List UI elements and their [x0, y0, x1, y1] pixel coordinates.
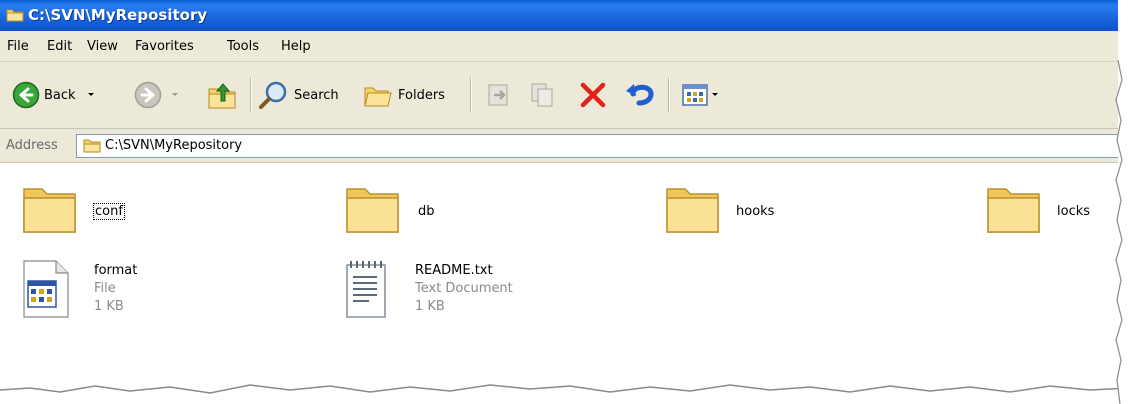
text-document-icon	[346, 261, 386, 318]
folder-icon	[23, 188, 76, 233]
views-icon	[682, 84, 708, 106]
delete-button[interactable]	[578, 78, 608, 112]
search-icon	[259, 81, 287, 109]
copy-to-icon	[531, 83, 553, 107]
item-size: 1 KB	[415, 299, 445, 314]
folder-icon	[83, 139, 101, 153]
folder-icon	[6, 9, 24, 22]
folder-item-hooks[interactable]: hooks	[663, 179, 803, 239]
folder-icon	[666, 188, 719, 233]
menu-file[interactable]: File	[7, 39, 29, 54]
back-button[interactable]: Back	[12, 78, 96, 112]
item-size: 1 KB	[94, 299, 124, 314]
undo-icon	[626, 84, 654, 106]
forward-button[interactable]	[134, 78, 180, 112]
undo-button[interactable]	[624, 78, 656, 112]
folder-icon	[346, 188, 399, 233]
menu-help[interactable]: Help	[281, 39, 311, 54]
folders-button[interactable]: Folders	[362, 78, 445, 112]
file-item-format[interactable]: format File 1 KB	[22, 259, 182, 329]
title-bar[interactable]: C:\SVN\MyRepository	[0, 0, 1118, 31]
folder-icon	[987, 188, 1040, 233]
search-label: Search	[294, 87, 339, 103]
menu-edit[interactable]: Edit	[47, 39, 72, 54]
item-name: conf	[93, 203, 125, 220]
item-type: File	[94, 281, 116, 296]
address-bar: Address C:\SVN\MyRepository	[0, 129, 1118, 163]
address-label: Address	[6, 138, 58, 153]
file-item-readme[interactable]: README.txt Text Document 1 KB	[343, 259, 543, 329]
up-folder-button[interactable]	[206, 78, 238, 112]
copy-to-button[interactable]	[528, 78, 558, 112]
item-name: locks	[1057, 204, 1091, 219]
address-value: C:\SVN\MyRepository	[105, 138, 243, 153]
item-type: Text Document	[415, 281, 513, 296]
back-arrow-icon	[12, 81, 40, 109]
torn-right-edge	[1115, 60, 1130, 404]
folder-item-locks[interactable]: locks	[984, 179, 1114, 239]
forward-arrow-icon	[134, 81, 162, 109]
torn-edge	[0, 384, 1118, 404]
chevron-down-icon	[172, 93, 178, 96]
menu-view[interactable]: View	[87, 39, 118, 54]
views-button[interactable]	[680, 78, 719, 112]
address-field[interactable]: C:\SVN\MyRepository	[76, 134, 1118, 158]
item-name: format	[94, 263, 138, 278]
back-label: Back	[44, 87, 76, 103]
menu-tools[interactable]: Tools	[227, 39, 259, 54]
folders-icon	[364, 87, 392, 107]
chevron-down-icon	[712, 93, 718, 96]
menu-favorites[interactable]: Favorites	[135, 39, 194, 54]
folder-item-conf[interactable]: conf	[20, 179, 160, 239]
toolbar: Back Search Folders	[0, 62, 1118, 129]
folders-label: Folders	[398, 87, 445, 103]
chevron-down-icon	[87, 93, 94, 96]
file-list: conf db hooks locks format File 1 KB REA…	[0, 163, 1118, 404]
up-folder-icon	[208, 83, 236, 109]
delete-x-icon	[580, 82, 606, 108]
menu-bar: File Edit View Favorites Tools Help	[0, 31, 1118, 62]
item-name: db	[418, 204, 435, 219]
search-button[interactable]: Search	[258, 78, 339, 112]
explorer-window: C:\SVN\MyRepository File Edit View Favor…	[0, 0, 1118, 404]
item-name: hooks	[736, 204, 775, 219]
move-to-button[interactable]	[484, 78, 514, 112]
generic-file-icon	[23, 260, 69, 318]
folder-item-db[interactable]: db	[343, 179, 483, 239]
move-to-icon	[488, 84, 508, 106]
item-name: README.txt	[415, 263, 493, 278]
window-title: C:\SVN\MyRepository	[28, 6, 208, 24]
